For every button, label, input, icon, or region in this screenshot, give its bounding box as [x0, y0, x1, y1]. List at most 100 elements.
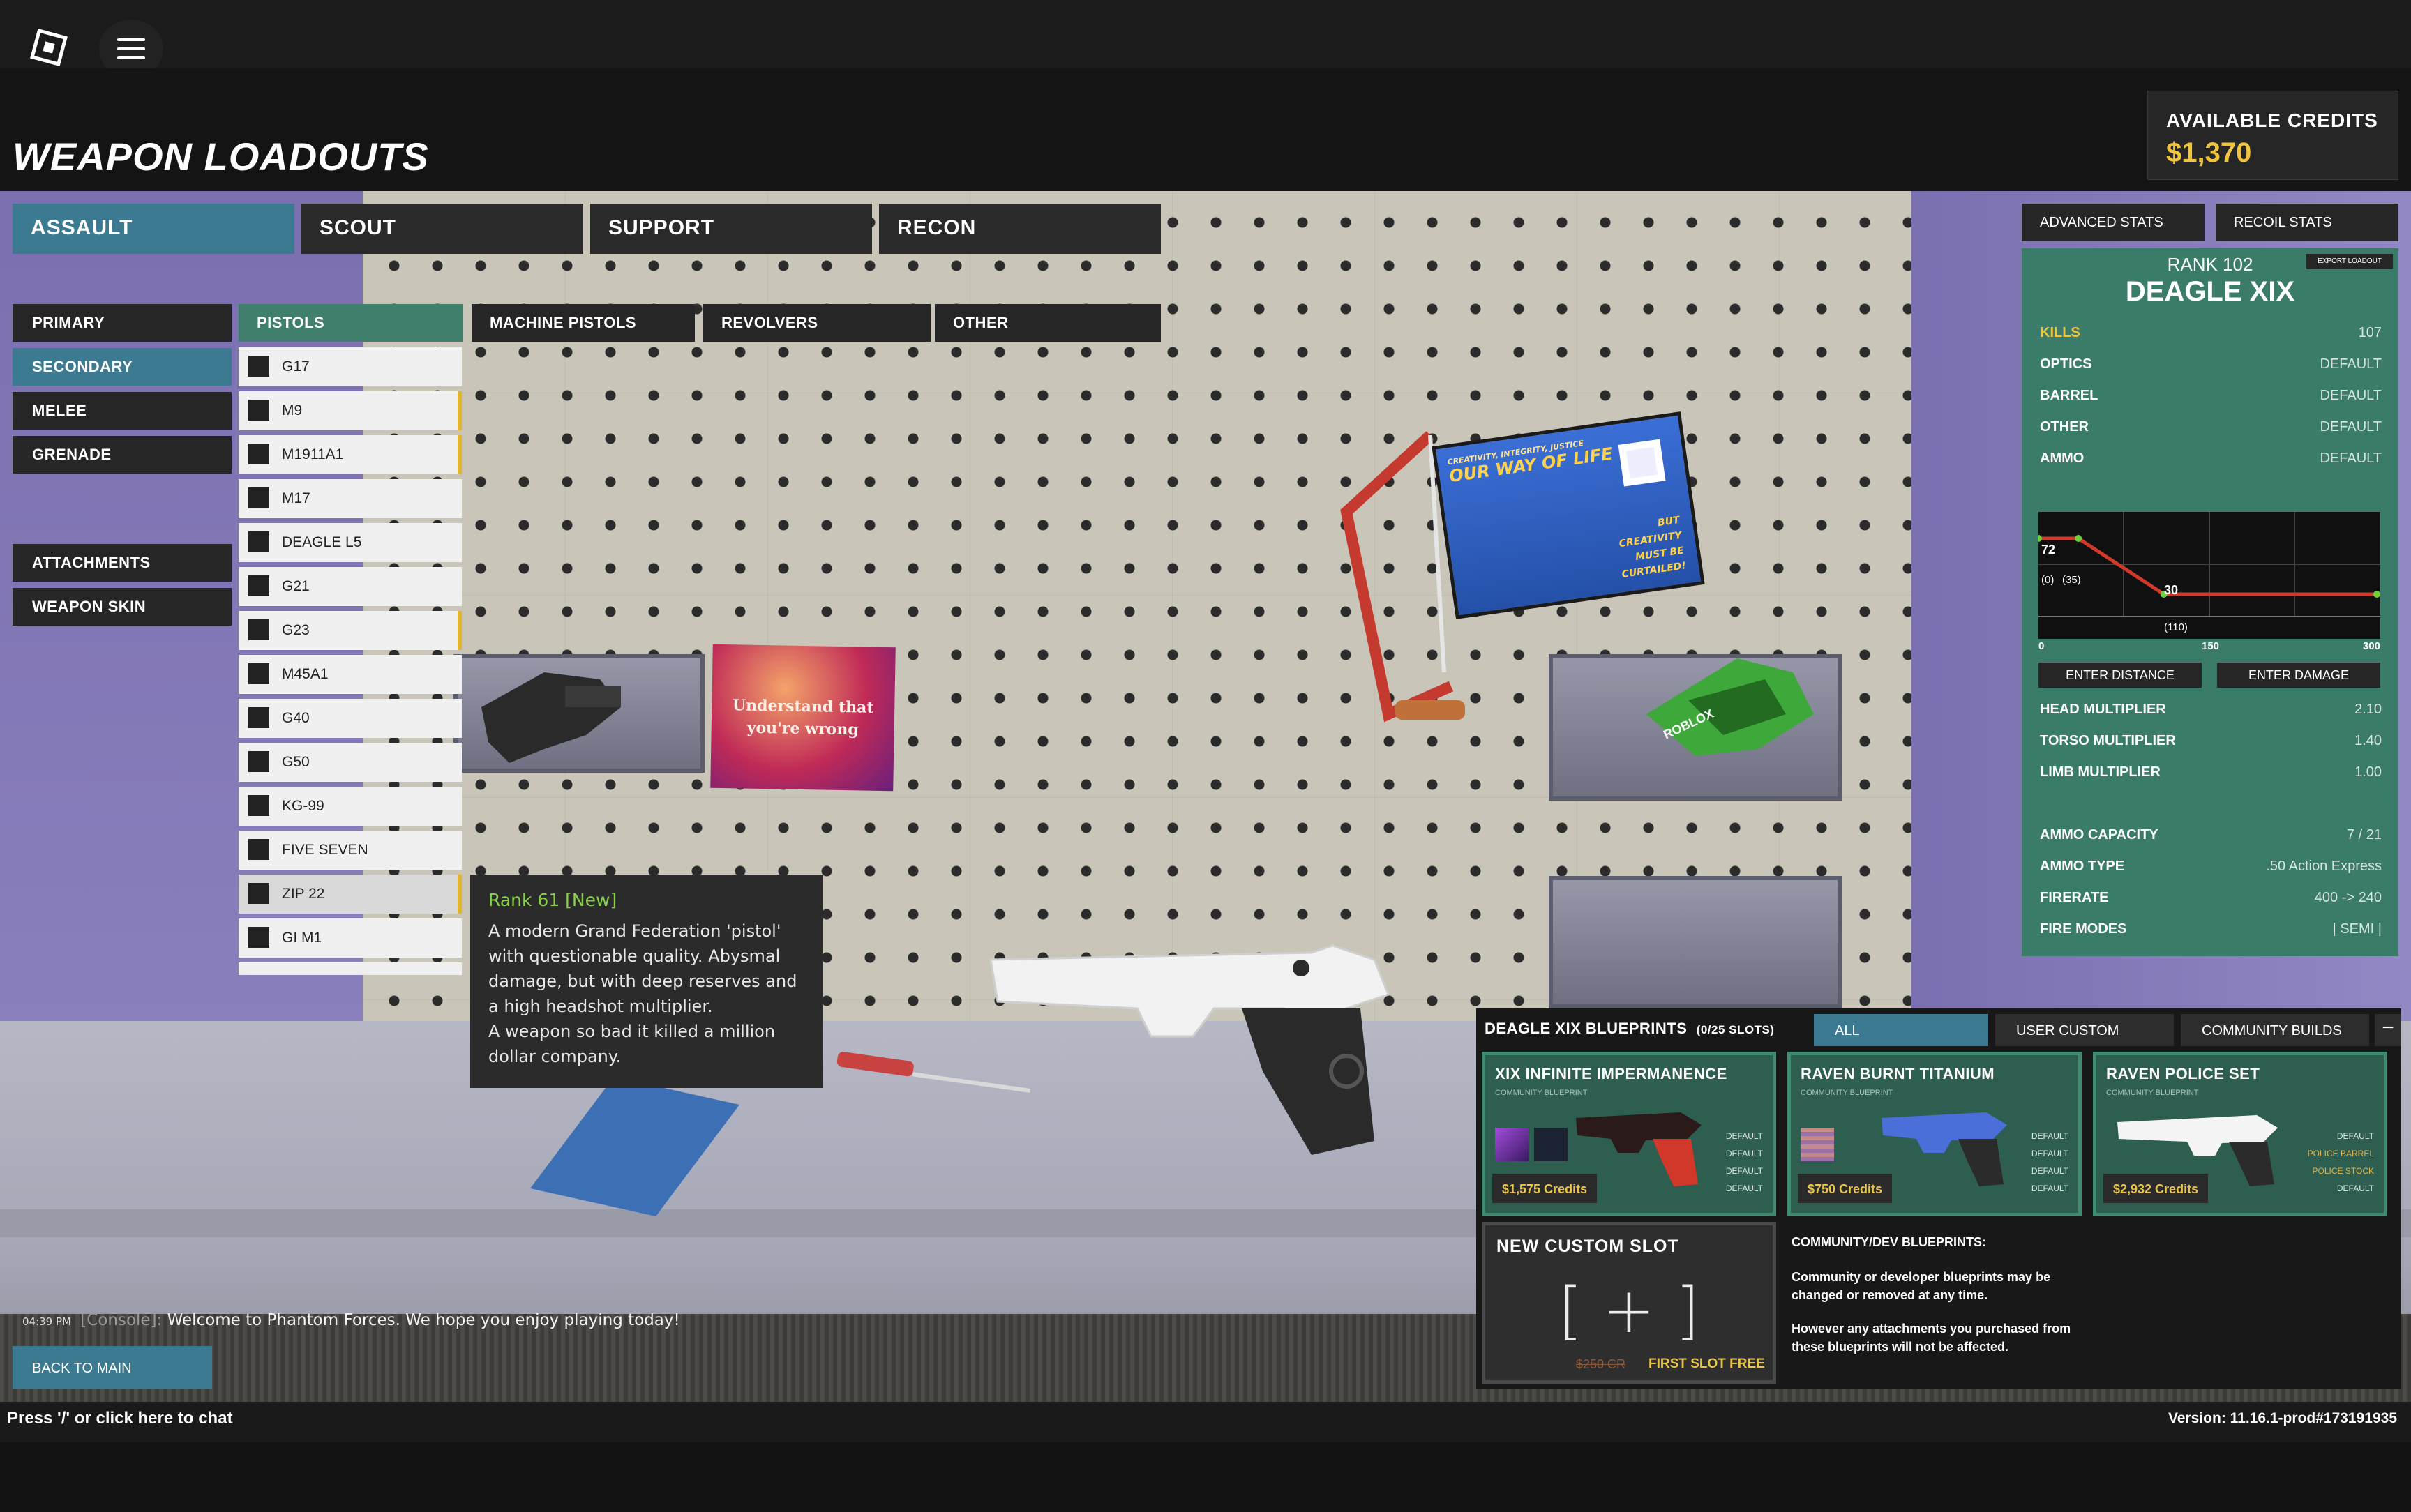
- note-title: COMMUNITY/DEV BLUEPRINTS:: [1792, 1235, 1986, 1249]
- weapon-name: DEAGLE XIX: [2125, 276, 2295, 307]
- weapon-list-item[interactable]: DEAGLE L5: [239, 523, 462, 562]
- stat-label: AMMO: [2040, 451, 2085, 466]
- attachment: DEFAULT: [2031, 1149, 2068, 1158]
- slot-secondary[interactable]: SECONDARY: [13, 348, 232, 386]
- roblox-topbar: [0, 0, 2411, 68]
- skin-thumbnail-icon: [1495, 1128, 1529, 1161]
- blueprints-note: COMMUNITY/DEV BLUEPRINTS: Community or d…: [1792, 1233, 2098, 1356]
- subtab-revolvers[interactable]: REVOLVERS: [703, 304, 931, 342]
- chat-channel: [Console]:: [80, 1311, 163, 1329]
- damage-point: [2038, 535, 2042, 542]
- weapon-list-item[interactable]: KG-99: [239, 787, 462, 826]
- weapon-name-label: DEAGLE L5: [282, 534, 362, 550]
- weapon-list-item[interactable]: FIVE SEVEN: [239, 831, 462, 870]
- stat-label: OTHER: [2040, 419, 2089, 434]
- toy-gun-prop: ROBLOX: [1646, 658, 1814, 756]
- back-to-main-button[interactable]: BACK TO MAIN: [13, 1346, 212, 1389]
- new-slot-free-label: FIRST SLOT FREE: [1648, 1356, 1765, 1371]
- subtab-pistols[interactable]: PISTOLS: [239, 304, 463, 342]
- blueprints-panel: DEAGLE XIX BLUEPRINTS (0/25 SLOTS) ALL U…: [1476, 1008, 2401, 1389]
- credits-label: AVAILABLE CREDITS: [2166, 109, 2378, 131]
- weapon-list-item[interactable]: G17: [239, 347, 462, 386]
- weapon-list-item[interactable]: M9: [239, 391, 462, 430]
- slot-attachments[interactable]: ATTACHMENTS: [13, 544, 232, 582]
- tab-assault[interactable]: ASSAULT: [13, 204, 294, 254]
- weapon-name-label: FIVE SEVEN: [282, 842, 368, 858]
- weapon-color-swatch: [248, 531, 269, 552]
- recoil-stats-button[interactable]: RECOIL STATS: [2216, 204, 2398, 241]
- weapon-list-item[interactable]: M1911A1: [239, 435, 462, 474]
- weapon-stats-panel: EXPORT LOADOUT RANK 102 DEAGLE XIX KILLS…: [2022, 248, 2398, 956]
- weapon-list[interactable]: G17 M9 M1911A1 M17 DEAGLE L5 G21 G23 M45A1 G40 G5…: [239, 347, 462, 975]
- blueprint-price: $2,932 Credits: [2103, 1174, 2209, 1203]
- stat-limb-mult: LIMB MULTIPLIER 1.00: [2040, 764, 2382, 785]
- blueprint-attachments: DEFAULT DEFAULT DEFAULT DEFAULT: [2031, 1128, 2068, 1197]
- x-tick-label: 150: [2202, 640, 2220, 652]
- tab-recon[interactable]: RECON: [879, 204, 1161, 254]
- collapse-blueprints-button[interactable]: −: [2375, 1014, 2401, 1046]
- blueprint-card[interactable]: XIX INFINITE IMPERMANENCE COMMUNITY BLUE…: [1482, 1052, 1776, 1216]
- weapon-list-item[interactable]: M17: [239, 479, 462, 518]
- skin-thumbnail-icon: [1534, 1128, 1568, 1161]
- damage-point: [2373, 591, 2380, 598]
- subtab-machine-pistols[interactable]: MACHINE PISTOLS: [472, 304, 695, 342]
- chat-message: 04:39 PM [Console]: Welcome to Phantom F…: [22, 1311, 680, 1329]
- slot-grenade[interactable]: GRENADE: [13, 436, 232, 474]
- attachment: POLICE BARREL: [2307, 1149, 2374, 1158]
- weapon-name-label: M45A1: [282, 666, 329, 682]
- credits-value: $1,370: [2166, 137, 2252, 168]
- weapon-list-item[interactable]: [239, 962, 462, 975]
- tab-all-blueprints[interactable]: ALL: [1814, 1014, 1988, 1046]
- attachment: POLICE STOCK: [2312, 1166, 2374, 1176]
- bottom-strip: [0, 1442, 2411, 1512]
- tab-scout[interactable]: SCOUT: [301, 204, 583, 254]
- stat-label: AMMO CAPACITY: [2040, 827, 2158, 842]
- stat-label: HEAD MULTIPLIER: [2040, 702, 2166, 717]
- new-slot-title: NEW CUSTOM SLOT: [1496, 1237, 1679, 1256]
- tab-user-custom[interactable]: USER CUSTOM: [1995, 1014, 2174, 1046]
- blueprint-card[interactable]: RAVEN POLICE SET COMMUNITY BLUEPRINT DEF…: [2093, 1052, 2387, 1216]
- blueprint-subtitle: COMMUNITY BLUEPRINT: [2106, 1089, 2199, 1097]
- lower-shelf: [1549, 876, 1842, 1008]
- weapon-color-swatch: [248, 927, 269, 948]
- slot-primary[interactable]: PRIMARY: [13, 304, 232, 342]
- new-custom-slot-button[interactable]: NEW CUSTOM SLOT [ + ] $250 CR FIRST SLOT…: [1482, 1222, 1776, 1384]
- stat-ammo: AMMO DEFAULT: [2040, 451, 2382, 471]
- stat-barrel: BARREL DEFAULT: [2040, 388, 2382, 409]
- attachment: DEFAULT: [1725, 1131, 1763, 1141]
- attachment: DEFAULT: [1725, 1149, 1763, 1158]
- weapon-color-swatch: [248, 707, 269, 728]
- slot-melee[interactable]: MELEE: [13, 392, 232, 430]
- weapon-list-item[interactable]: G21: [239, 567, 462, 606]
- available-credits: AVAILABLE CREDITS $1,370: [2147, 91, 2398, 180]
- chat-bar[interactable]: [0, 1402, 2411, 1442]
- enter-damage-button[interactable]: ENTER DAMAGE: [2217, 663, 2380, 688]
- plus-icon: [ + ]: [1558, 1274, 1700, 1347]
- poster1-line2: you're wrong: [746, 718, 859, 739]
- weapon-list-item[interactable]: GI M1: [239, 918, 462, 958]
- subtab-other[interactable]: OTHER: [935, 304, 1161, 342]
- enter-distance-button[interactable]: ENTER DISTANCE: [2038, 663, 2202, 688]
- chat-hint[interactable]: Press '/' or click here to chat: [7, 1409, 233, 1428]
- blueprint-attachments: DEFAULT POLICE BARREL POLICE STOCK DEFAULT: [2308, 1128, 2374, 1197]
- weapon-list-item[interactable]: G23: [239, 611, 462, 650]
- weapon-list-item[interactable]: ZIP 22: [239, 875, 462, 914]
- tab-support[interactable]: SUPPORT: [590, 204, 872, 254]
- stat-value: DEFAULT: [2320, 356, 2382, 372]
- chart-min-damage-label: 30: [2164, 583, 2178, 597]
- stat-torso-mult: TORSO MULTIPLIER 1.40: [2040, 733, 2382, 754]
- stat-label: TORSO MULTIPLIER: [2040, 733, 2176, 748]
- blueprint-card[interactable]: RAVEN BURNT TITANIUM COMMUNITY BLUEPRINT…: [1787, 1052, 2082, 1216]
- chart-start-range-label: (0): [2041, 574, 2054, 586]
- attachment: DEFAULT: [1725, 1184, 1763, 1193]
- advanced-stats-button[interactable]: ADVANCED STATS: [2022, 204, 2205, 241]
- tooltip-desc2: A weapon so bad it killed a million doll…: [488, 1022, 776, 1066]
- weapon-list-item[interactable]: G50: [239, 743, 462, 782]
- attachment: DEFAULT: [2031, 1184, 2068, 1193]
- weapon-list-item[interactable]: G40: [239, 699, 462, 738]
- weapon-name-label: G17: [282, 358, 310, 375]
- slot-weapon-skin[interactable]: WEAPON SKIN: [13, 588, 232, 626]
- weapon-list-item[interactable]: M45A1: [239, 655, 462, 694]
- tab-community-builds[interactable]: COMMUNITY BUILDS: [2181, 1014, 2369, 1046]
- stat-value: 107: [2358, 325, 2382, 340]
